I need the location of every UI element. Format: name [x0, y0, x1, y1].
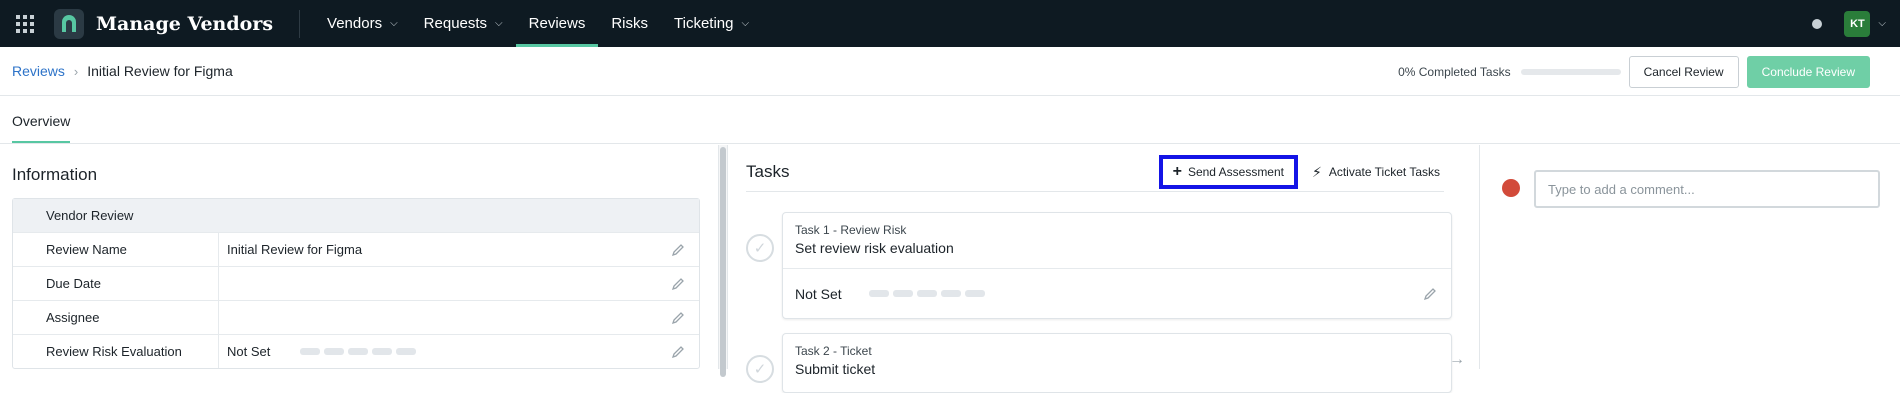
user-avatar: [1502, 179, 1520, 197]
info-row-risk-evaluation: Review Risk Evaluation Not Set: [13, 334, 699, 368]
arrow-right-icon[interactable]: →: [1449, 351, 1452, 369]
user-avatar[interactable]: KT: [1844, 11, 1870, 37]
info-value: Not Set: [219, 344, 420, 359]
review-actions: 0% Completed Tasks Cancel Review Conclud…: [1398, 47, 1870, 96]
chevron-down-icon[interactable]: ⌵: [1878, 18, 1886, 29]
pencil-icon[interactable]: [671, 243, 685, 257]
task-kicker: Task 1 - Review Risk: [795, 223, 1439, 237]
checkmark-icon[interactable]: ✓: [746, 234, 774, 262]
progress-bar: [1521, 69, 1621, 75]
info-label: Due Date: [13, 267, 219, 300]
nav-risks-label: Risks: [611, 15, 648, 32]
tasks-title: Tasks: [746, 162, 789, 182]
send-assessment-label: Send Assessment: [1188, 165, 1284, 179]
tab-overview[interactable]: Overview: [12, 113, 70, 143]
info-row-due-date: Due Date: [13, 266, 699, 300]
task-name: Set review risk evaluation: [795, 240, 1439, 256]
task-item: ✓ Task 2 - Ticket Submit ticket →: [746, 333, 1479, 393]
task-item: ✓ Task 1 - Review Risk Set review risk e…: [746, 212, 1479, 319]
chevron-right-icon: ›: [74, 64, 78, 79]
activate-ticket-tasks-button[interactable]: ⚡︎ Activate Ticket Tasks: [1308, 164, 1444, 181]
task-name: Submit ticket: [795, 361, 1439, 377]
chevron-down-icon: ⌵: [390, 18, 398, 29]
info-value: Initial Review for Figma: [219, 242, 362, 257]
nav-vendors[interactable]: Vendors ⌵: [314, 0, 411, 47]
app-logo-icon: [54, 9, 84, 39]
nav-vendors-label: Vendors: [327, 15, 382, 32]
pencil-icon[interactable]: [671, 277, 685, 291]
info-row-review-name: Review Name Initial Review for Figma: [13, 232, 699, 266]
nav-user-area: KT ⌵: [1812, 0, 1886, 47]
task-status: Not Set: [795, 286, 842, 302]
comments-panel: [1480, 145, 1900, 369]
status-dot-icon: [1812, 19, 1822, 29]
info-label: Review Risk Evaluation: [13, 335, 219, 368]
nav-reviews[interactable]: Reviews: [516, 0, 599, 47]
nav-divider: [299, 10, 300, 38]
nav-requests[interactable]: Requests ⌵: [411, 0, 516, 47]
task-card[interactable]: Task 2 - Ticket Submit ticket →: [782, 333, 1452, 393]
checkmark-icon[interactable]: ✓: [746, 355, 774, 383]
task-card[interactable]: Task 1 - Review Risk Set review risk eva…: [782, 212, 1452, 319]
page-title: Initial Review for Figma: [87, 63, 233, 79]
breadcrumb: Reviews › Initial Review for Figma 0% Co…: [0, 47, 1900, 96]
chevron-down-icon: ⌵: [495, 18, 503, 29]
info-label: Review Name: [13, 233, 219, 266]
tab-bar: Overview: [0, 96, 1900, 144]
cancel-review-button[interactable]: Cancel Review: [1629, 56, 1739, 88]
task-header: Task 2 - Ticket Submit ticket: [783, 334, 1451, 390]
activate-ticket-tasks-label: Activate Ticket Tasks: [1329, 165, 1440, 179]
send-assessment-button[interactable]: + Send Assessment: [1159, 155, 1298, 189]
information-group-header: Vendor Review: [13, 199, 699, 232]
info-row-assignee: Assignee: [13, 300, 699, 334]
risk-level-indicator: [869, 290, 989, 297]
top-nav: Manage Vendors Vendors ⌵ Requests ⌵ Review…: [0, 0, 1900, 47]
information-title: Information: [12, 165, 700, 187]
tasks-header: Tasks + Send Assessment ⚡︎ Activate Tick…: [746, 145, 1444, 192]
conclude-review-button[interactable]: Conclude Review: [1747, 56, 1870, 88]
nav-ticketing[interactable]: Ticketing ⌵: [661, 0, 762, 47]
pencil-icon[interactable]: [671, 345, 685, 359]
chevron-down-icon: ⌵: [741, 18, 749, 29]
tasks-panel: Tasks + Send Assessment ⚡︎ Activate Tick…: [728, 145, 1480, 369]
risk-level-indicator: [300, 348, 420, 355]
scrollbar-thumb[interactable]: [720, 147, 726, 377]
progress-label: 0% Completed Tasks: [1398, 65, 1511, 79]
pencil-icon[interactable]: [671, 311, 685, 325]
info-label: Assignee: [13, 301, 219, 334]
app-grid-icon[interactable]: [14, 13, 36, 35]
lightning-icon: ⚡︎: [1312, 164, 1322, 181]
nav-requests-label: Requests: [424, 15, 487, 32]
task-kicker: Task 2 - Ticket: [795, 344, 1439, 358]
pencil-icon[interactable]: [1423, 287, 1437, 301]
task-status-row: Not Set: [783, 269, 1451, 318]
nav-ticketing-label: Ticketing: [674, 15, 733, 32]
risk-evaluation-value: Not Set: [227, 344, 270, 359]
information-card: Vendor Review Review Name Initial Review…: [12, 198, 700, 369]
task-header: Task 1 - Review Risk Set review risk eva…: [783, 213, 1451, 269]
information-panel: Information Vendor Review Review Name In…: [0, 145, 718, 369]
tasks-actions: + Send Assessment ⚡︎ Activate Ticket Tas…: [1159, 155, 1444, 189]
nav-risks[interactable]: Risks: [598, 0, 661, 47]
comment-input[interactable]: [1534, 170, 1880, 208]
breadcrumb-reviews-link[interactable]: Reviews: [12, 63, 65, 79]
plus-icon: +: [1173, 163, 1182, 181]
main-content: Information Vendor Review Review Name In…: [0, 145, 1900, 369]
nav-reviews-label: Reviews: [529, 15, 586, 32]
panel-scrollbar[interactable]: [718, 145, 728, 369]
app-title: Manage Vendors: [96, 13, 273, 35]
